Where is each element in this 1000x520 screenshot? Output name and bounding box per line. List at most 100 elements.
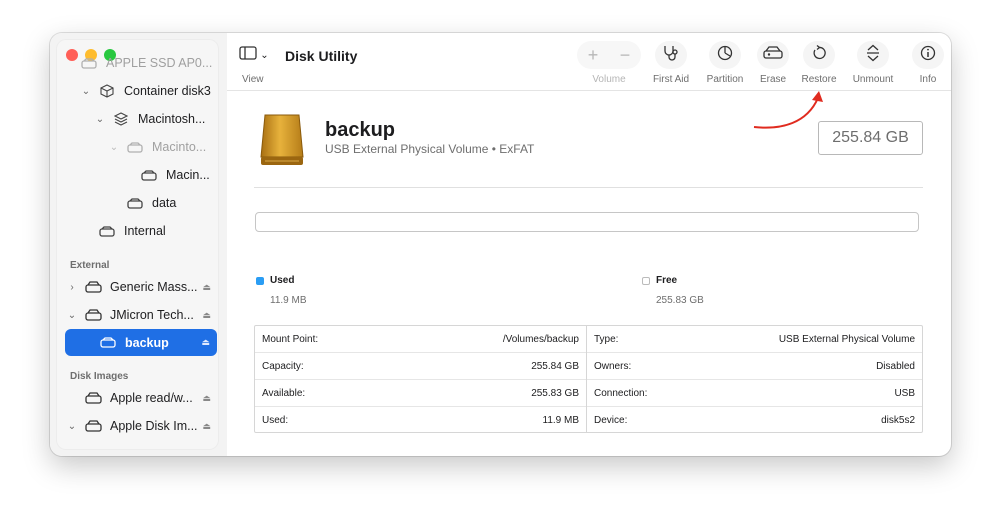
- info-row-capacity: Capacity: 255.84 GB: [255, 353, 586, 380]
- chevron-right-icon[interactable]: ›: [66, 282, 78, 293]
- sidebar-item-generic-mass[interactable]: › Generic Mass... ⏏: [66, 274, 211, 300]
- window-title: Disk Utility: [285, 48, 358, 64]
- restore-button[interactable]: [803, 41, 835, 69]
- container-cube-icon: [98, 84, 116, 98]
- hard-drive-icon: [98, 224, 116, 238]
- info-value: 11.9 MB: [542, 415, 580, 426]
- first-aid-button[interactable]: [655, 41, 687, 69]
- legend-free: Free 255.83 GB: [642, 275, 782, 311]
- used-swatch: [256, 277, 264, 285]
- volume-add-remove-group: + −: [577, 41, 641, 69]
- info-label: Info: [919, 74, 937, 85]
- info-key: Available:: [262, 387, 306, 399]
- legend-used: Used 11.9 MB: [256, 275, 376, 311]
- chevron-down-icon[interactable]: ⌄: [66, 421, 78, 432]
- external-drive-icon: [84, 419, 102, 433]
- erase-drive-icon: [763, 45, 783, 65]
- external-drive-large-icon: [257, 113, 307, 172]
- pie-partition-icon: [717, 45, 733, 66]
- sidebar-item-apple-ssd[interactable]: APPLE SSD AP0...: [80, 50, 220, 76]
- sidebar-item-apple-disk-image[interactable]: ⌄ Apple Disk Im... ⏏: [66, 413, 211, 439]
- hard-drive-icon: [80, 56, 98, 70]
- info-row-type: Type: USB External Physical Volume: [587, 326, 922, 353]
- info-key: Capacity:: [262, 360, 304, 372]
- toolbar: ⌄ View Disk Utility + − Volume First Aid…: [227, 33, 951, 91]
- eject-icon[interactable]: ⏏: [202, 282, 211, 293]
- unmount-icon: [865, 44, 881, 67]
- header-divider: [254, 187, 923, 188]
- sidebar-item-macin-volume[interactable]: Macin...: [140, 162, 220, 188]
- info-row-used: Used: 11.9 MB: [255, 407, 586, 434]
- sidebar-item-internal[interactable]: Internal: [98, 218, 220, 244]
- volume-name: backup: [325, 119, 396, 141]
- partition-button[interactable]: [709, 41, 741, 69]
- sidebar-item-macintosh-volume-group[interactable]: ⌄ Macintosh...: [94, 106, 220, 132]
- plus-icon[interactable]: +: [588, 45, 599, 66]
- info-icon: [920, 45, 936, 66]
- info-row-available: Available: 255.83 GB: [255, 380, 586, 407]
- volume-detail-pane: backup USB External Physical Volume • Ex…: [227, 91, 951, 456]
- erase-button[interactable]: [757, 41, 789, 69]
- eject-icon[interactable]: ⏏: [202, 310, 211, 321]
- sidebar-item-apple-read-write[interactable]: Apple read/w... ⏏: [84, 385, 211, 411]
- free-value: 255.83 GB: [656, 295, 704, 306]
- eject-icon[interactable]: ⏏: [202, 421, 211, 432]
- info-value: 255.84 GB: [531, 360, 579, 372]
- volume-subtitle: USB External Physical Volume • ExFAT: [325, 142, 535, 156]
- info-column-right: Type: USB External Physical Volume Owner…: [587, 326, 922, 432]
- view-label: View: [242, 74, 264, 85]
- eject-icon[interactable]: ⏏: [201, 337, 210, 348]
- hard-drive-icon: [140, 168, 158, 182]
- info-button[interactable]: [912, 41, 944, 69]
- close-window-button[interactable]: [66, 49, 78, 61]
- sidebar-section-disk-images: Disk Images: [70, 371, 129, 382]
- used-value: 11.9 MB: [270, 295, 307, 306]
- chevron-down-icon[interactable]: ⌄: [80, 86, 92, 97]
- info-column-left: Mount Point: /Volumes/backup Capacity: 2…: [255, 326, 587, 432]
- info-key: Mount Point:: [262, 333, 319, 345]
- sidebar-item-container-disk3[interactable]: ⌄ Container disk3: [80, 78, 220, 104]
- info-row-device: Device: disk5s2: [587, 407, 922, 434]
- info-row-mount-point: Mount Point: /Volumes/backup: [255, 326, 586, 353]
- chevron-down-icon[interactable]: ⌄: [94, 114, 106, 125]
- info-value: 255.83 GB: [531, 387, 579, 399]
- restore-arrow-icon: [811, 44, 827, 66]
- sidebar: APPLE SSD AP0... ⌄ Container disk3 ⌄ Mac…: [50, 33, 227, 456]
- free-swatch: [642, 277, 650, 285]
- sidebar-item-jmicron[interactable]: ⌄ JMicron Tech... ⏏: [66, 302, 211, 328]
- sidebar-item-data[interactable]: data: [126, 190, 220, 216]
- volume-label: Volume: [592, 74, 626, 85]
- hard-drive-icon: [126, 196, 144, 210]
- info-value: USB: [894, 387, 915, 399]
- sidebar-toggle-icon: [239, 45, 257, 65]
- external-drive-icon: [84, 308, 102, 322]
- unmount-button[interactable]: [857, 41, 889, 69]
- chevron-down-icon[interactable]: ⌄: [66, 310, 78, 321]
- external-drive-icon: [84, 280, 102, 294]
- usage-bar: [255, 212, 919, 232]
- sidebar-section-external: External: [70, 260, 110, 271]
- hard-drive-icon: [126, 140, 144, 154]
- chevron-down-icon[interactable]: ⌄: [108, 142, 120, 153]
- external-drive-icon: [84, 391, 102, 405]
- info-row-owners: Owners: Disabled: [587, 353, 922, 380]
- sidebar-item-macintosh-snapshot[interactable]: ⌄ Macinto...: [108, 134, 220, 160]
- view-button[interactable]: ⌄: [235, 43, 273, 67]
- info-key: Connection:: [594, 387, 648, 399]
- minus-icon[interactable]: −: [620, 45, 631, 66]
- info-value: disk5s2: [881, 415, 915, 426]
- info-value: Disabled: [876, 360, 915, 372]
- chevron-down-icon: ⌄: [260, 49, 269, 61]
- sidebar-item-backup[interactable]: backup ⏏: [65, 329, 217, 356]
- capacity-badge: 255.84 GB: [818, 121, 923, 155]
- info-key: Type:: [594, 333, 619, 345]
- info-key: Used:: [262, 415, 289, 426]
- annotation-arrow: [753, 91, 823, 129]
- eject-icon[interactable]: ⏏: [202, 393, 211, 404]
- hard-drive-icon: [99, 336, 117, 350]
- volume-info-table: Mount Point: /Volumes/backup Capacity: 2…: [254, 325, 923, 433]
- info-row-connection: Connection: USB: [587, 380, 922, 407]
- info-value: /Volumes/backup: [502, 333, 579, 345]
- free-label: Free: [656, 275, 678, 286]
- info-key: Owners:: [594, 360, 632, 372]
